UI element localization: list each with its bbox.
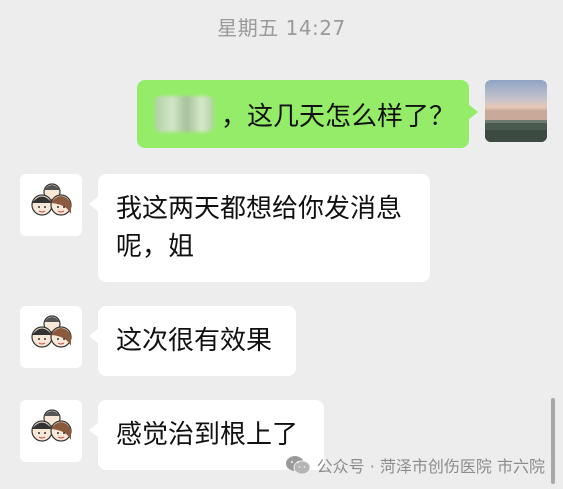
message-row-incoming: 这次很有效果 [20,306,296,376]
message-text: ，这几天怎么样了？ [221,101,456,132]
message-bubble-incoming[interactable]: 这次很有效果 [89,306,296,376]
message-text-line: 我这两天都想给你发消息 [116,194,403,224]
message-text: 感觉治到根上了 [116,420,299,450]
message-text-line: 呢，姐 [116,232,195,262]
scrollbar[interactable] [551,398,555,484]
message-timestamp: 星期五 14:27 [217,16,346,40]
avatar-self[interactable] [485,80,547,142]
landscape-avatar-image [485,80,547,142]
message-row-outgoing: ，这几天怎么样了？ [137,80,547,148]
cartoon-group-avatar [31,409,72,442]
avatar-contact[interactable] [20,174,82,236]
message-row-incoming: 感觉治到根上了 [20,400,324,470]
wechat-icon [285,456,311,475]
chat-screen: 星期五 14:27 ，这几天怎么样了？ 我这两天都想给你发消息 呢，姐 这次很有… [0,0,563,489]
watermark-text: 公众号 · 菏泽市创伤医院 市六院 [316,457,545,476]
message-bubble-incoming[interactable]: 我这两天都想给你发消息 呢，姐 [89,174,430,282]
message-row-incoming: 我这两天都想给你发消息 呢，姐 [20,174,430,282]
message-text: 这次很有效果 [116,326,273,356]
cartoon-group-avatar [31,183,72,216]
message-bubble-outgoing[interactable]: ，这几天怎么样了？ [137,80,478,148]
cartoon-group-avatar [31,315,72,348]
watermark: 公众号 · 菏泽市创伤医院 市六院 [285,453,545,477]
blurred-name [155,96,213,132]
avatar-contact[interactable] [20,400,82,462]
avatar-contact[interactable] [20,306,82,368]
